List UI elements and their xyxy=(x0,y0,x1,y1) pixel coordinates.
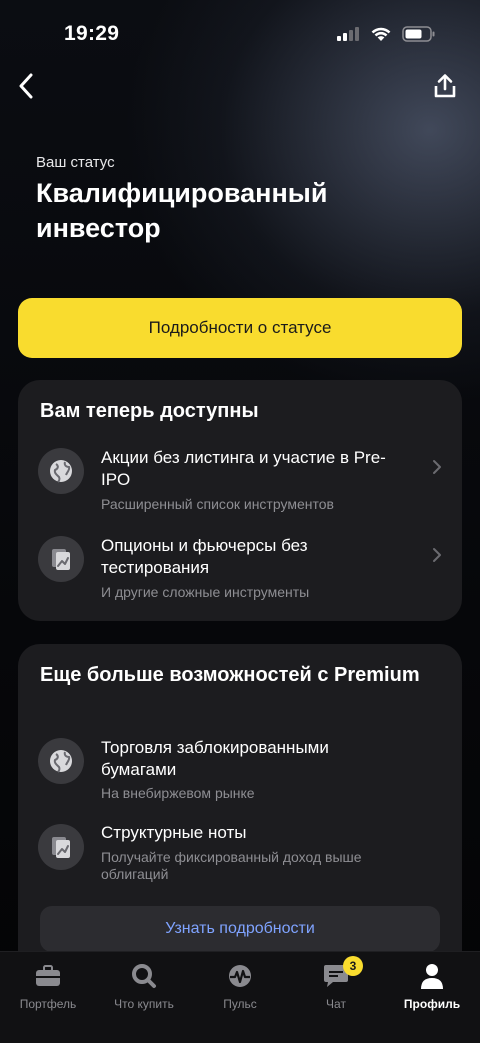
item-subtitle: Получайте фиксированный доход выше облиг… xyxy=(101,849,362,882)
chevron-right-icon xyxy=(430,457,444,477)
tab-what-to-buy[interactable]: Что купить xyxy=(96,958,192,1018)
profile-icon xyxy=(418,962,446,990)
back-button[interactable] xyxy=(12,70,40,102)
wifi-icon xyxy=(371,27,391,41)
learn-more-button[interactable]: Узнать подробности xyxy=(40,906,440,952)
item-title: Структурные ноты xyxy=(101,823,247,842)
status-details-button[interactable]: Подробности о статусе xyxy=(18,298,462,358)
share-button[interactable] xyxy=(430,70,460,102)
card-title: Еще больше возможностей с Premium xyxy=(40,664,420,686)
item-subtitle: Расширенный список инструментов xyxy=(101,496,334,512)
tab-label: Портфель xyxy=(19,997,77,1011)
page-title: Квалифицированный инвестор xyxy=(36,178,328,243)
share-icon xyxy=(434,74,456,98)
list-item-unlisted-shares[interactable]: Акции без листинга и участие в Pre-IPO Р… xyxy=(18,444,462,516)
battery-icon xyxy=(402,26,435,42)
chart-document-icon xyxy=(38,824,84,870)
item-title: Торговля заблокированными бумагами xyxy=(101,738,329,779)
available-features-card: Вам теперь доступны Акции без листинга и… xyxy=(18,380,462,621)
status-time: 19:29 xyxy=(64,22,120,45)
chart-document-icon xyxy=(38,536,84,582)
tab-portfolio[interactable]: Портфель xyxy=(0,958,96,1018)
navigation-bar xyxy=(0,66,480,106)
globe-icon xyxy=(38,448,84,494)
list-item-blocked-securities[interactable]: Торговля заблокированными бумагами На вн… xyxy=(18,734,462,806)
card-title: Вам теперь доступны xyxy=(40,400,259,422)
tab-label: Профиль xyxy=(403,997,461,1011)
item-subtitle: И другие сложные инструменты xyxy=(101,584,310,600)
item-title: Акции без листинга и участие в Pre-IPO xyxy=(101,448,386,489)
tab-profile[interactable]: Профиль xyxy=(384,958,480,1018)
chevron-right-icon xyxy=(430,545,444,565)
item-title: Опционы и фьючерсы без тестирования xyxy=(101,536,308,577)
tab-pulse[interactable]: Пульс xyxy=(192,958,288,1018)
premium-card: Еще больше возможностей с Premium Торгов… xyxy=(18,644,462,974)
briefcase-icon xyxy=(34,962,62,990)
list-item-options-futures[interactable]: Опционы и фьючерсы без тестирования И др… xyxy=(18,532,462,604)
tab-chat[interactable]: 3 Чат xyxy=(288,956,384,1018)
tab-label: Чат xyxy=(326,997,346,1011)
tab-label: Что купить xyxy=(114,997,174,1011)
pulse-icon xyxy=(226,962,254,990)
status-bar: 19:29 xyxy=(0,0,480,70)
chevron-left-icon xyxy=(19,73,33,99)
status-subtitle: Ваш статус xyxy=(36,154,115,171)
tab-label: Пульс xyxy=(223,997,257,1011)
item-subtitle: На внебиржевом рынке xyxy=(101,785,255,801)
cellular-signal-icon xyxy=(337,27,359,41)
tab-bar: Портфель Что купить Пульс 3 Чат Профиль xyxy=(0,951,480,1043)
unread-badge: 3 xyxy=(343,956,363,976)
search-icon xyxy=(130,962,158,990)
list-item-structured-notes[interactable]: Структурные ноты Получайте фиксированный… xyxy=(18,820,462,892)
globe-icon xyxy=(38,738,84,784)
status-icons xyxy=(336,26,436,42)
